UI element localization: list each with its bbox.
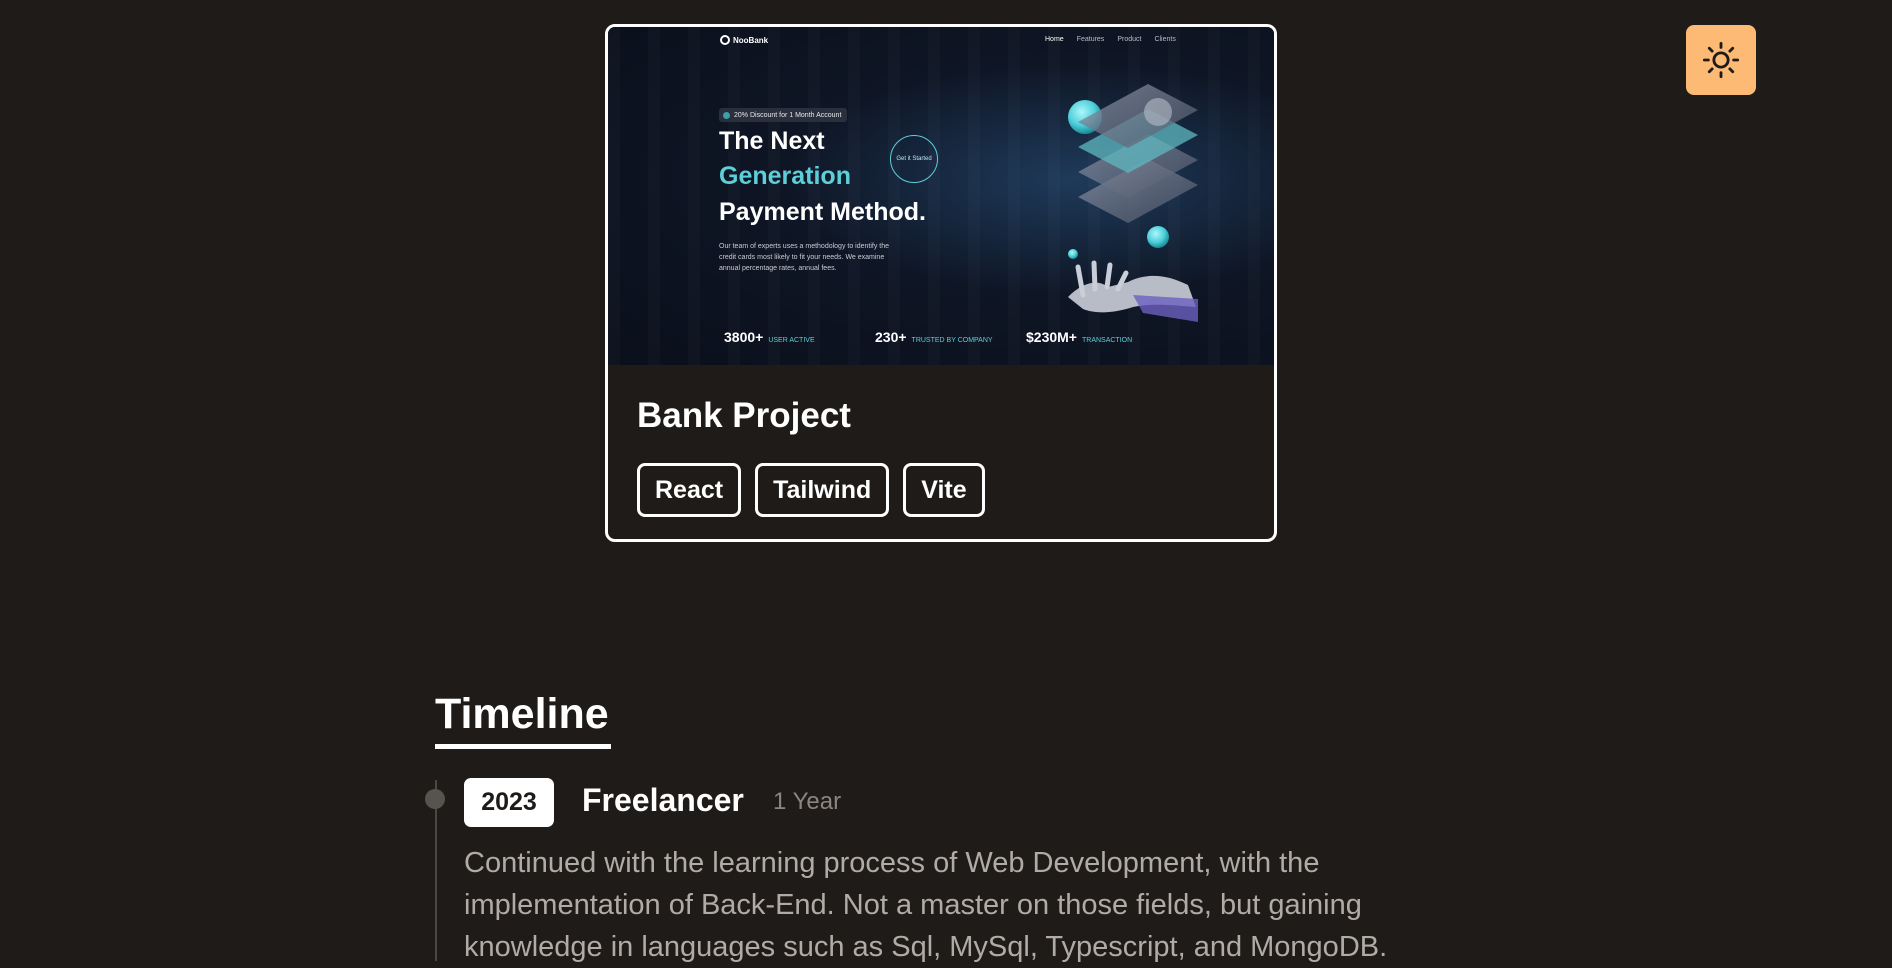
preview-nav-item: Product [1117, 36, 1142, 43]
preview-nav-item: Features [1076, 36, 1105, 43]
preview-headline: Payment Method. [719, 198, 926, 226]
timeline-description: Continued with the learning process of W… [464, 847, 1388, 963]
tech-tag: Tailwind [755, 463, 890, 517]
timeline-marker [425, 789, 445, 809]
preview-stat: 230+ TRUSTED BY COMPANY [875, 329, 993, 345]
preview-nav-item: Home [1045, 36, 1064, 43]
timeline-heading-underline [435, 744, 611, 749]
preview-discount-badge: 20% Discount for 1 Month Account [719, 108, 848, 122]
project-tech-tags: React Tailwind Vite [637, 463, 985, 517]
preview-headline-accent: Generation [719, 162, 851, 190]
preview-nav-item: Clients [1154, 36, 1176, 43]
preview-hero-illustration [1068, 84, 1198, 322]
tech-tag: Vite [903, 463, 985, 517]
tech-tag: React [637, 463, 742, 517]
timeline-heading: Timeline [435, 690, 609, 738]
preview-logo: NooBank [720, 35, 768, 45]
preview-description: Our team of experts uses a methodology t… [719, 243, 890, 272]
preview-cta: Get it Started [890, 135, 938, 183]
timeline-year-badge: 2023 [464, 778, 554, 827]
timeline-role: Freelancer [582, 782, 744, 818]
preview-stat: $230M+ TRANSACTION [1026, 329, 1133, 345]
preview-headline: The Next [719, 127, 825, 155]
theme-toggle-button[interactable] [1686, 25, 1756, 95]
preview-nav: Home Features Product Clients [1045, 36, 1176, 43]
project-card[interactable]: NooBank Home Features Product Clients 20… [605, 24, 1277, 542]
project-title: Bank Project [637, 396, 851, 435]
sun-icon [1702, 41, 1740, 79]
preview-stat: 3800+ USER ACTIVE [724, 329, 815, 345]
timeline-duration: 1 Year [773, 788, 842, 815]
project-preview-image: NooBank Home Features Product Clients 20… [608, 27, 1274, 365]
